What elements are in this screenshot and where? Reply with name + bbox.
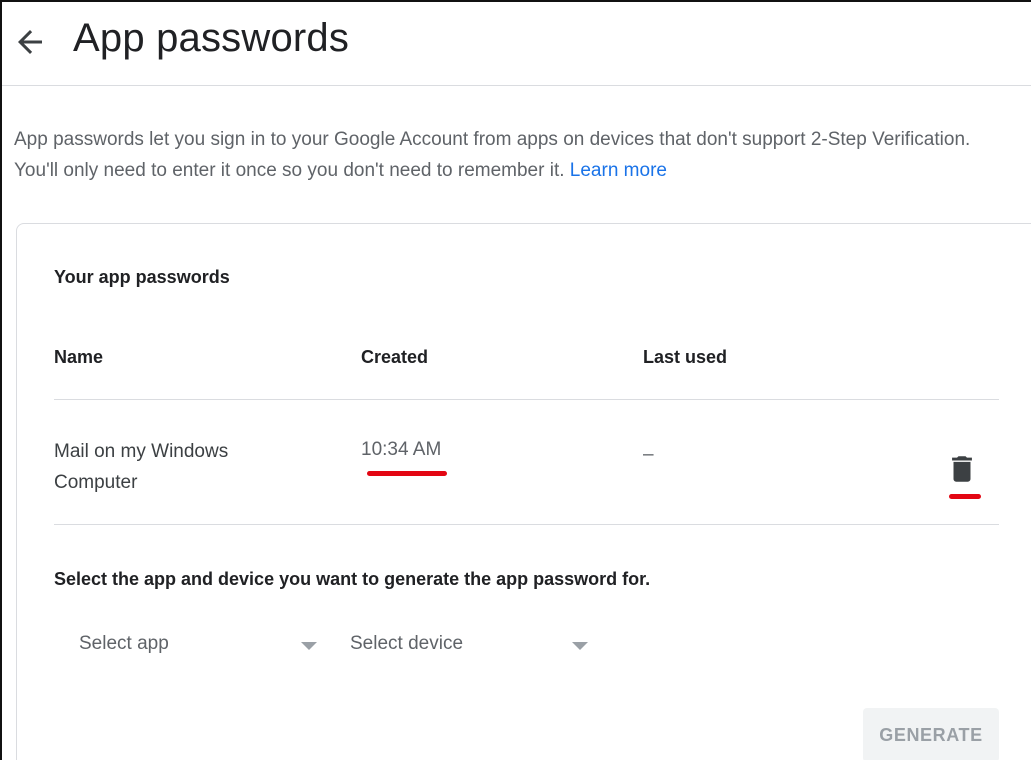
intro-text: App passwords let you sign in to your Go…: [14, 124, 1014, 186]
chevron-down-icon: [301, 642, 317, 650]
back-button[interactable]: [12, 24, 48, 60]
arrow-back-icon: [18, 30, 42, 54]
row-created: 10:34 AM: [361, 439, 442, 460]
created-annotation-underline: [367, 471, 447, 476]
row-divider: [54, 524, 999, 525]
row-app-name: Mail on my Windows Computer: [54, 441, 229, 493]
row-created-cell: 10:34 AM: [361, 439, 441, 461]
chevron-down-icon: [572, 642, 588, 650]
select-device-dropdown[interactable]: Select device: [350, 627, 590, 667]
column-header-name: Name: [54, 347, 104, 367]
select-app-label: Select app: [79, 633, 169, 654]
generate-prompt: Select the app and device you want to ge…: [54, 569, 651, 589]
intro-description: App passwords let you sign in to your Go…: [14, 129, 971, 181]
generate-button[interactable]: GENERATE: [863, 708, 999, 760]
column-header-last-used: Last used: [643, 347, 728, 367]
page-title: App passwords: [73, 16, 350, 60]
app-passwords-page: App passwords App passwords let you sign…: [0, 0, 1031, 760]
page-header: App passwords: [2, 2, 1031, 86]
app-passwords-card: Your app passwords Name Created Last use…: [16, 223, 1031, 760]
select-app-dropdown[interactable]: Select app: [79, 627, 319, 667]
trash-icon: [952, 456, 972, 482]
header-divider: [54, 399, 999, 400]
delete-password-button[interactable]: [945, 452, 979, 486]
learn-more-link[interactable]: Learn more: [570, 160, 667, 181]
delete-annotation-underline: [949, 494, 981, 499]
row-last-used: –: [643, 444, 654, 465]
section-title: Your app passwords: [54, 267, 230, 287]
select-device-label: Select device: [350, 633, 464, 654]
column-header-created: Created: [361, 347, 429, 367]
